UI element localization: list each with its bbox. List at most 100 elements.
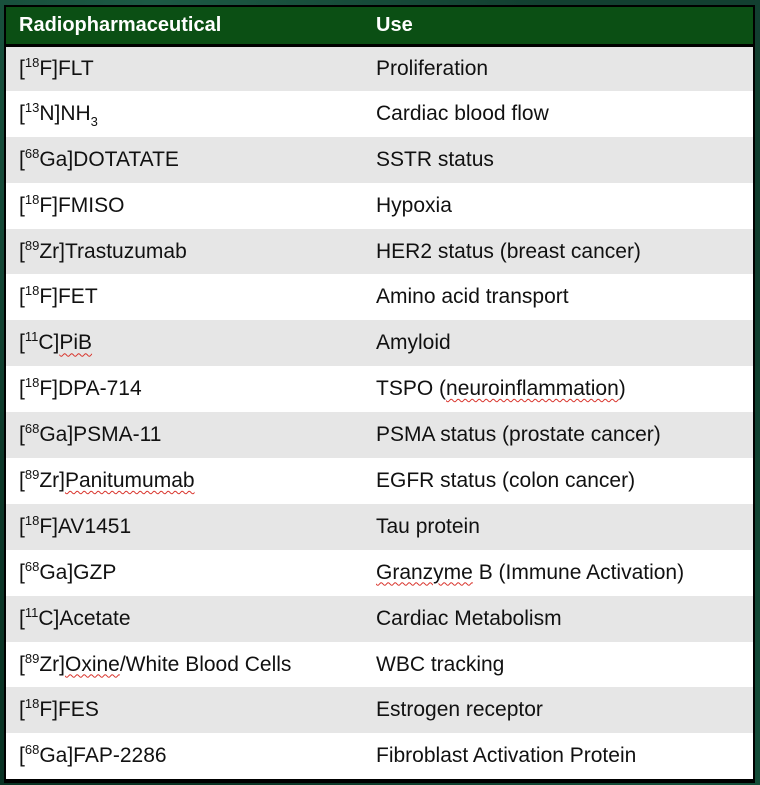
table-row: [68Ga]GZP Granzyme B (Immune Activation) [6,549,753,596]
table-row: [11C]Acetate Cardiac Metabolism [6,595,753,642]
table-row: [18F]AV1451 Tau protein [6,503,753,550]
use-cell: Hypoxia [357,183,753,229]
compound-name: FET [57,285,98,309]
compound-name: FMISO [57,193,125,217]
isotope-element: Zr [39,468,60,492]
isotope-mass-number: 11 [24,329,39,345]
use-cell: Fibroblast Activation Protein [357,733,753,779]
table-row: [18F]FET Amino acid transport [6,274,753,321]
use-cell: PSMA status (prostate cancer) [357,412,753,458]
isotope-element: F [39,285,53,309]
use-text-spellcheck-flagged: Granzyme [376,560,473,584]
table-row: [89Zr]Panitumumab EGFR status (colon canc… [6,458,753,504]
radiopharmaceutical-cell: [13N]NH3 [19,99,98,129]
isotope-element: Ga [39,147,68,171]
use-text: Proliferation [376,56,489,80]
use-text: Fibroblast Activation Protein [376,744,637,768]
use-cell: SSTR status [357,137,753,183]
header-use: Use [376,13,413,36]
table-body: [18F]FLT Proliferation [13N]NH3 Cardiac blo… [6,45,753,780]
header-radiopharmaceutical: Radiopharmaceutical [19,13,222,36]
isotope-mass-number: 89 [24,466,40,482]
use-text: Amyloid [376,331,451,355]
use-text: Tau protein [376,514,480,538]
use-text: TSPO ( [376,377,447,401]
radiopharmaceutical-cell: [18F]FLT [19,54,94,80]
compound-subscript: 3 [90,113,98,129]
radiopharmaceutical-cell: [89Zr]Oxine/White Blood Cells [19,650,292,676]
table-row: [89Zr]Oxine/White Blood Cells WBC trackin… [6,641,753,688]
use-cell: Cardiac Metabolism [357,596,753,642]
isotope-element: C [38,606,54,630]
table-row: [18F]FES Estrogen receptor [6,687,753,734]
isotope-mass-number: 18 [24,191,40,207]
use-cell: HER2 status (breast cancer) [357,229,753,275]
use-cell: EGFR status (colon cancer) [357,458,753,504]
compound-name: Acetate [59,606,131,630]
isotope-element: N [39,101,55,125]
isotope-mass-number: 18 [24,283,40,299]
use-cell: Proliferation [357,45,753,91]
compound-name-suffix: /White Blood Cells [119,652,292,676]
radiopharmaceutical-cell: [18F]DPA-714 [19,375,142,401]
use-text: EGFR status (colon cancer) [376,468,636,492]
isotope-mass-number: 68 [24,742,40,758]
table-row: [18F]DPA-714 TSPO (neuroinflammation) [6,366,753,413]
use-cell: Tau protein [357,504,753,550]
isotope-mass-number: 18 [24,375,40,391]
isotope-mass-number: 11 [24,604,39,620]
compound-name: GZP [73,560,117,584]
use-text: PSMA status (prostate cancer) [376,423,661,447]
radiopharmaceutical-cell: [68Ga]FAP-2286 [19,742,167,768]
use-text: Cardiac blood flow [376,101,549,125]
isotope-mass-number: 68 [24,558,40,574]
radiopharmaceutical-cell: [68Ga]PSMA-11 [19,421,162,447]
radiopharmaceutical-cell: [11C]PiB [19,329,93,355]
radiopharmaceutical-cell: [18F]FES [19,696,99,722]
table-row: [89Zr]Trastuzumab HER2 status (breast can… [6,228,753,275]
radiopharmaceutical-cell: [68Ga]GZP [19,558,117,584]
use-text: WBC tracking [376,652,505,676]
radiopharmaceutical-cell: [68Ga]DOTATATE [19,145,179,171]
isotope-mass-number: 89 [24,237,40,253]
compound-name: FES [57,698,99,722]
radiopharmaceutical-cell: [18F]FET [19,283,98,309]
compound-name: DPA-714 [57,377,142,401]
use-cell: Amyloid [357,320,753,366]
table-row: [13N]NH3 Cardiac blood flow [6,90,753,137]
compound-name: FLT [57,56,94,80]
use-text: SSTR status [376,147,494,171]
isotope-mass-number: 18 [24,696,40,712]
compound-name: DOTATATE [73,147,179,171]
isotope-mass-number: 68 [24,145,40,161]
isotope-element: Zr [39,239,60,263]
isotope-element: F [39,56,53,80]
use-text-suffix: ) [618,377,626,401]
table-row: [18F]FLT Proliferation [6,45,753,91]
use-text: Cardiac Metabolism [376,606,562,630]
isotope-mass-number: 18 [24,54,40,70]
use-cell: TSPO (neuroinflammation) [357,366,753,412]
isotope-element: Ga [39,744,68,768]
isotope-mass-number: 68 [24,421,40,437]
isotope-mass-number: 18 [24,512,40,528]
isotope-element: Zr [39,652,60,676]
table-row: [18F]FMISO Hypoxia [6,182,753,229]
compound-name: Trastuzumab [64,239,187,263]
compound-name: NH [60,101,91,125]
radiopharmaceutical-table: Radiopharmaceutical Use [18F]FLT Prolifer… [4,5,755,783]
compound-name-spellcheck-flagged: Panitumumab [64,468,195,492]
isotope-element: F [39,514,53,538]
use-text-spellcheck-flagged: neuroinflammation [446,377,619,401]
compound-name-spellcheck-flagged: PiB [59,331,93,355]
radiopharmaceutical-cell: [11C]Acetate [19,604,131,630]
use-text: Hypoxia [376,193,452,217]
compound-name: FAP-2286 [73,744,167,768]
use-cell: WBC tracking [357,642,753,688]
isotope-mass-number: 13 [24,99,40,115]
compound-name: AV1451 [57,514,132,538]
table-row: [68Ga]PSMA-11 PSMA status (prostate cance… [6,412,753,459]
table-row: [11C]PiB Amyloid [6,320,753,367]
radiopharmaceutical-cell: [89Zr]Trastuzumab [19,237,187,263]
isotope-element: F [39,698,53,722]
